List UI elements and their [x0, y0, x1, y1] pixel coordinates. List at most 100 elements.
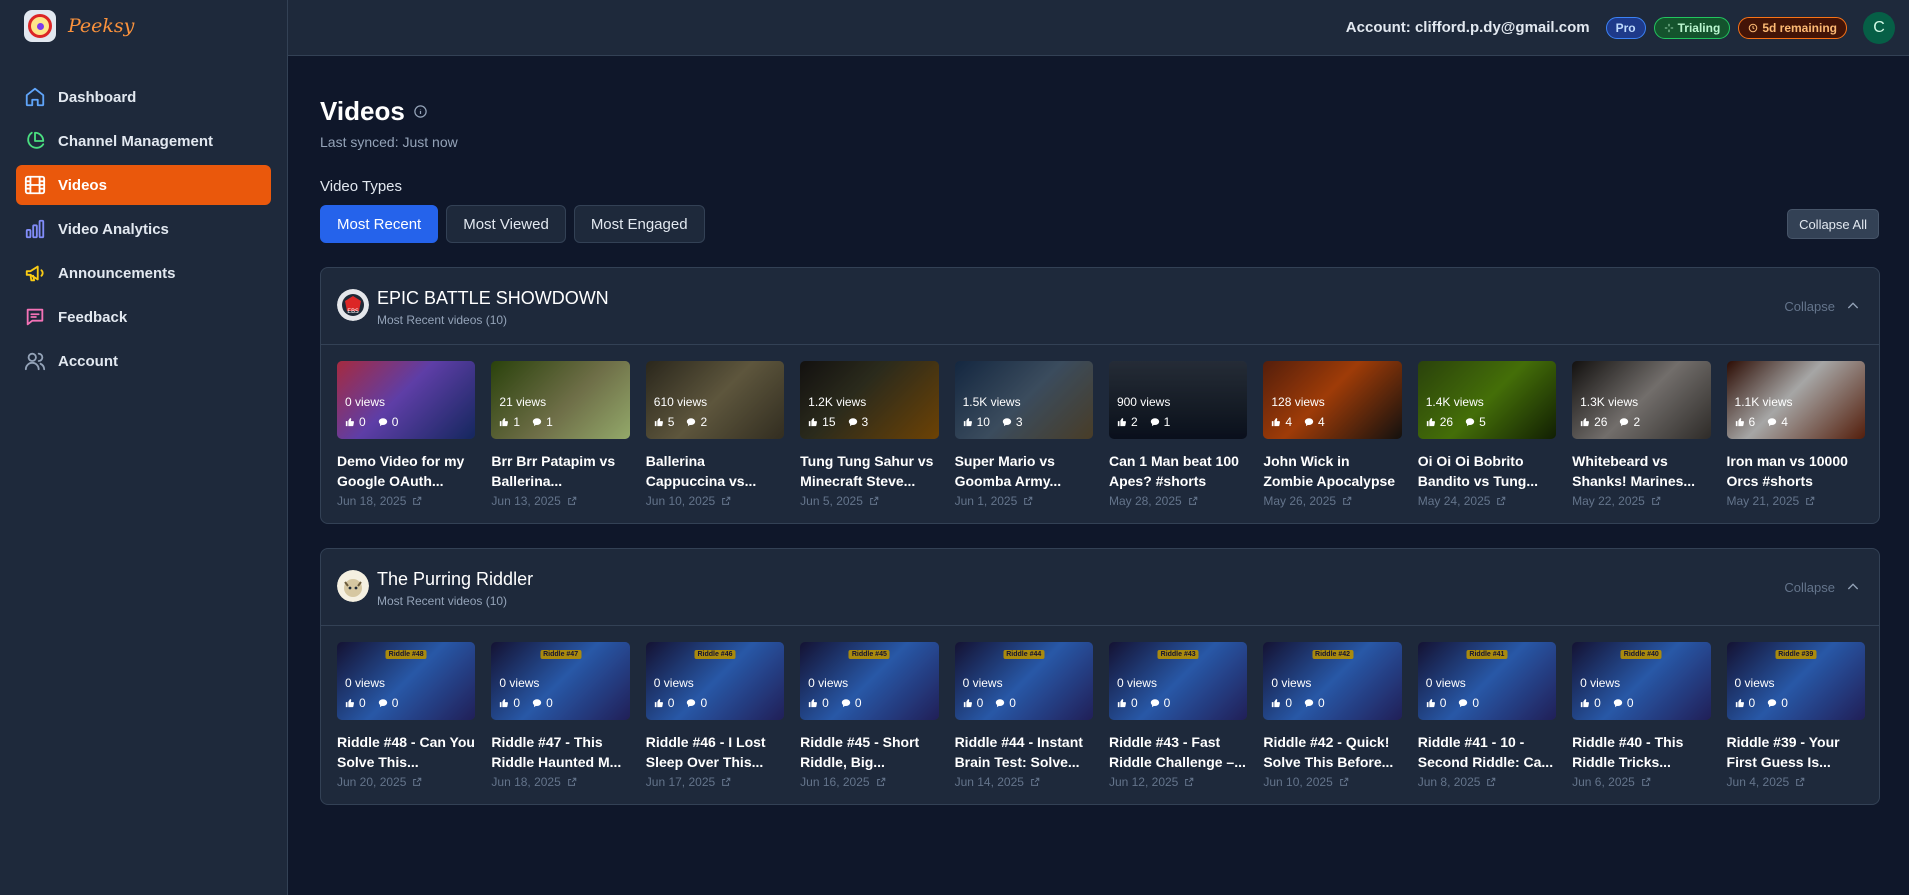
video-thumbnail[interactable]: Riddle #44 0 views 0 0 [954, 642, 1093, 720]
video-thumbnail[interactable]: Riddle #43 0 views 0 0 [1108, 642, 1248, 720]
sidebar-item-video-analytics[interactable]: Video Analytics [16, 209, 271, 249]
video-card[interactable]: Riddle #43 0 views 0 0 Riddle #43 - Fast Rid… [1108, 642, 1248, 789]
video-thumbnail[interactable]: 0 views 0 0 [337, 361, 476, 439]
video-title[interactable]: Riddle #45 - Short Riddle, Big... [800, 732, 938, 772]
video-title[interactable]: Riddle #41 - 10 - Second Riddle: Ca... [1418, 732, 1556, 772]
sidebar-item-dashboard[interactable]: Dashboard [16, 77, 271, 117]
video-thumbnail[interactable]: Riddle #42 0 views 0 0 [1263, 642, 1402, 720]
video-title[interactable]: Can 1 Man beat 100 Apes? #shorts [1109, 451, 1247, 491]
external-link-icon[interactable] [1184, 777, 1194, 787]
external-link-icon[interactable] [1023, 496, 1033, 506]
external-link-icon[interactable] [412, 496, 422, 506]
video-card[interactable]: 1.1K views 6 4 Iron man vs 10000 Orcs #shor… [1726, 361, 1865, 508]
channel-header[interactable]: EBS EPIC BATTLE SHOWDOWN Most Recent vid… [321, 268, 1879, 345]
video-title[interactable]: Demo Video for my Google OAuth... [337, 451, 475, 491]
plan-badge: Pro [1605, 16, 1646, 39]
video-title[interactable]: Riddle #46 - I Lost Sleep Over This... [646, 732, 784, 772]
sidebar-item-account[interactable]: Account [16, 341, 271, 381]
video-card[interactable]: Riddle #41 0 views 0 0 Riddle #41 - 10 - Sec… [1417, 642, 1557, 789]
video-card[interactable]: Riddle #44 0 views 0 0 Riddle #44 - Instant … [954, 642, 1093, 789]
video-thumbnail[interactable]: Riddle #48 0 views 0 0 [337, 642, 476, 720]
video-thumbnail[interactable]: Riddle #41 0 views 0 0 [1417, 642, 1557, 720]
external-link-icon[interactable] [1030, 777, 1040, 787]
video-thumbnail[interactable]: 1.1K views 6 4 [1726, 361, 1865, 439]
video-card[interactable]: 1.3K views 26 2 Whitebeard vs Shanks! Marin… [1572, 361, 1711, 508]
video-title[interactable]: Brr Brr Patapim vs Ballerina... [491, 451, 629, 491]
external-link-icon[interactable] [1188, 496, 1198, 506]
video-card[interactable]: Riddle #47 0 views 0 0 Riddle #47 - This Rid… [491, 642, 630, 789]
video-card[interactable]: 1.2K views 15 3 Tung Tung Sahur vs Minecraf… [800, 361, 939, 508]
external-link-icon[interactable] [567, 496, 577, 506]
video-card[interactable]: Riddle #39 0 views 0 0 Riddle #39 - Your Fir… [1726, 642, 1865, 789]
video-thumbnail[interactable]: Riddle #47 0 views 0 0 [491, 642, 630, 720]
video-title[interactable]: Iron man vs 10000 Orcs #shorts [1727, 451, 1865, 491]
video-thumbnail[interactable]: Riddle #40 0 views 0 0 [1572, 642, 1711, 720]
external-link-icon[interactable] [1342, 496, 1352, 506]
video-card[interactable]: Riddle #46 0 views 0 0 Riddle #46 - I Lost S… [645, 642, 785, 789]
video-card[interactable]: Riddle #40 0 views 0 0 Riddle #40 - This Rid… [1572, 642, 1711, 789]
video-card[interactable]: 610 views 5 2 Ballerina Cappuccina vs... Jun… [645, 361, 785, 508]
video-title[interactable]: Riddle #40 - This Riddle Tricks... [1572, 732, 1710, 772]
video-card[interactable]: Riddle #42 0 views 0 0 Riddle #42 - Quick! S… [1263, 642, 1402, 789]
video-card[interactable]: 1.4K views 26 5 Oi Oi Oi Bobrito Bandito vs… [1417, 361, 1557, 508]
video-thumbnail[interactable]: 128 views 4 4 [1263, 361, 1402, 439]
video-title[interactable]: Riddle #42 - Quick! Solve This Before... [1263, 732, 1401, 772]
sidebar-item-videos[interactable]: Videos [16, 165, 271, 205]
channel-header[interactable]: The Purring Riddler Most Recent videos (… [321, 549, 1879, 626]
external-link-icon[interactable] [1339, 777, 1349, 787]
external-link-icon[interactable] [869, 496, 879, 506]
external-link-icon[interactable] [1805, 496, 1815, 506]
video-title[interactable]: Riddle #47 - This Riddle Haunted M... [491, 732, 629, 772]
video-title[interactable]: Oi Oi Oi Bobrito Bandito vs Tung... [1418, 451, 1556, 491]
external-link-icon[interactable] [1641, 777, 1651, 787]
external-link-icon[interactable] [1651, 496, 1661, 506]
collapse-toggle[interactable]: Collapse [1784, 298, 1861, 314]
video-card[interactable]: Riddle #48 0 views 0 0 Riddle #48 - Can You … [337, 642, 476, 789]
external-link-icon[interactable] [721, 777, 731, 787]
collapse-toggle[interactable]: Collapse [1784, 579, 1861, 595]
tab-most-viewed[interactable]: Most Viewed [446, 205, 566, 243]
external-link-icon[interactable] [721, 496, 731, 506]
video-card[interactable]: 900 views 2 1 Can 1 Man beat 100 Apes? #sho… [1108, 361, 1248, 508]
app-logo[interactable]: Peeksy [24, 10, 134, 42]
video-title[interactable]: Riddle #44 - Instant Brain Test: Solve..… [955, 732, 1093, 772]
video-title[interactable]: John Wick in Zombie Apocalypse [1263, 451, 1401, 491]
info-icon[interactable] [413, 104, 428, 119]
video-card[interactable]: 0 views 0 0 Demo Video for my Google OAuth.… [337, 361, 476, 508]
video-title[interactable]: Whitebeard vs Shanks! Marines... [1572, 451, 1710, 491]
video-thumbnail[interactable]: 900 views 2 1 [1108, 361, 1248, 439]
user-avatar[interactable]: C [1863, 11, 1895, 44]
video-thumbnail[interactable]: 1.2K views 15 3 [800, 361, 939, 439]
video-title[interactable]: Tung Tung Sahur vs Minecraft Steve... [800, 451, 938, 491]
video-card[interactable]: Riddle #45 0 views 0 0 Riddle #45 - Short Ri… [800, 642, 939, 789]
video-title[interactable]: Riddle #48 - Can You Solve This... [337, 732, 475, 772]
video-stats: 00 [963, 696, 1016, 710]
tab-most-engaged[interactable]: Most Engaged [573, 205, 705, 243]
external-link-icon[interactable] [876, 777, 886, 787]
video-thumbnail[interactable]: 1.5K views 10 3 [954, 361, 1093, 439]
video-thumbnail[interactable]: Riddle #46 0 views 0 0 [645, 642, 785, 720]
video-thumbnail[interactable]: 1.4K views 26 5 [1417, 361, 1557, 439]
video-title[interactable]: Riddle #43 - Fast Riddle Challenge –... [1109, 732, 1247, 772]
external-link-icon[interactable] [412, 777, 422, 787]
video-thumbnail[interactable]: Riddle #45 0 views 0 0 [800, 642, 939, 720]
video-thumbnail[interactable]: 610 views 5 2 [645, 361, 785, 439]
external-link-icon[interactable] [1496, 496, 1506, 506]
external-link-icon[interactable] [1486, 777, 1496, 787]
video-card[interactable]: 128 views 4 4 John Wick in Zombie Apocalyps… [1263, 361, 1402, 508]
video-thumbnail[interactable]: 21 views 1 1 [491, 361, 630, 439]
video-title[interactable]: Riddle #39 - Your First Guess Is... [1727, 732, 1865, 772]
collapse-all-button[interactable]: Collapse All [1787, 209, 1879, 239]
sidebar-item-channel-management[interactable]: Channel Management [16, 121, 271, 161]
video-title[interactable]: Ballerina Cappuccina vs... [646, 451, 784, 491]
video-thumbnail[interactable]: Riddle #39 0 views 0 0 [1726, 642, 1865, 720]
external-link-icon[interactable] [567, 777, 577, 787]
video-card[interactable]: 21 views 1 1 Brr Brr Patapim vs Ballerina..… [491, 361, 630, 508]
video-title[interactable]: Super Mario vs Goomba Army... [955, 451, 1093, 491]
tab-most-recent[interactable]: Most Recent [320, 205, 439, 243]
external-link-icon[interactable] [1795, 777, 1805, 787]
video-thumbnail[interactable]: 1.3K views 26 2 [1572, 361, 1711, 439]
video-card[interactable]: 1.5K views 10 3 Super Mario vs Goomba Army.… [954, 361, 1093, 508]
sidebar-item-announcements[interactable]: Announcements [16, 253, 271, 293]
sidebar-item-feedback[interactable]: Feedback [16, 297, 271, 337]
